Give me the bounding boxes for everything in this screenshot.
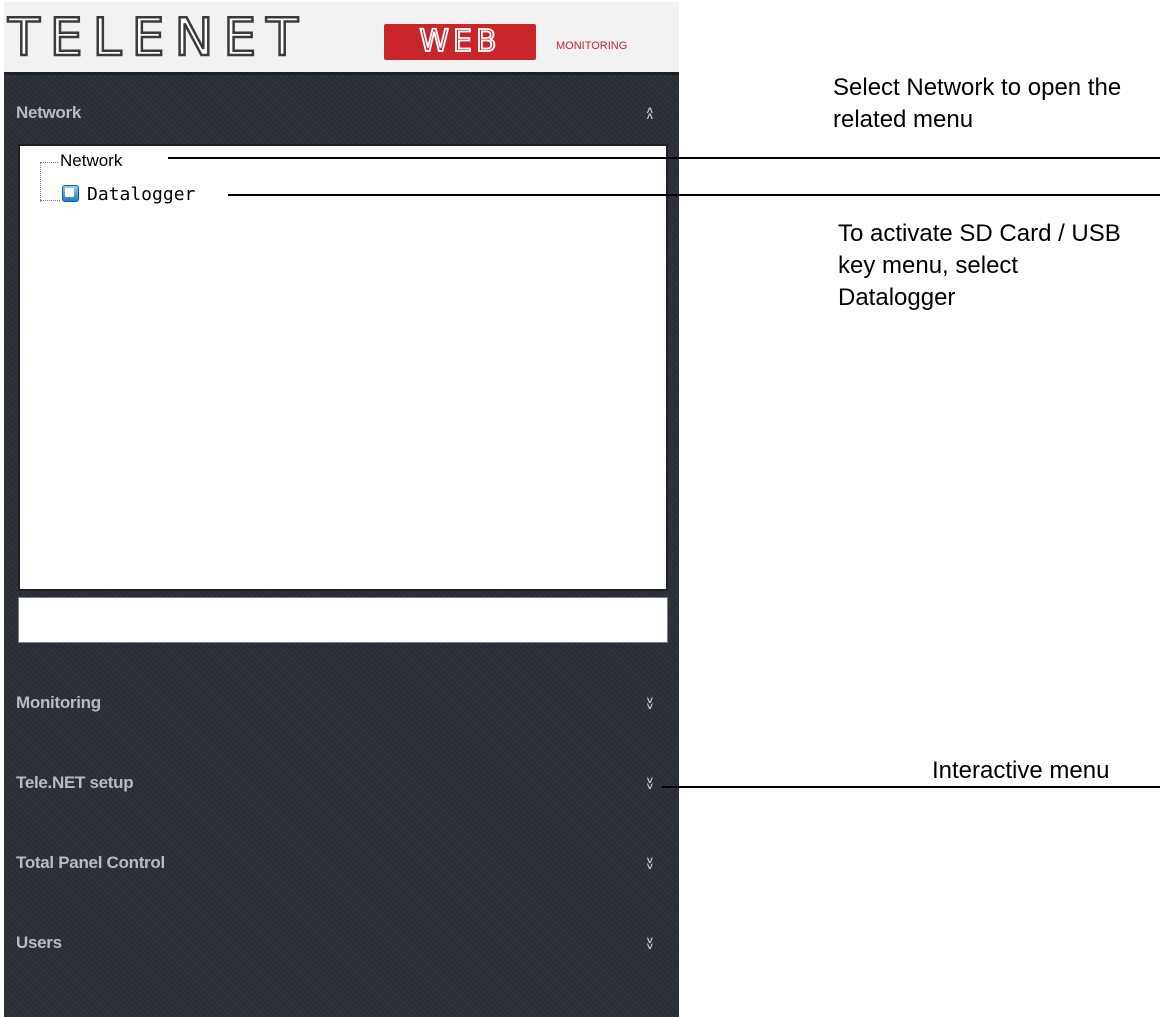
datalogger-device-icon xyxy=(62,184,79,205)
section-monitoring-header[interactable]: Monitoring ˅ ˅ xyxy=(4,673,679,733)
double-chevron-down-icon[interactable]: ˅ ˅ xyxy=(647,776,653,793)
tree-connector xyxy=(40,200,60,201)
section-network-header[interactable]: Network ˄ ˄ xyxy=(4,83,679,143)
section-telenet-setup-header[interactable]: Tele.NET setup ˅ ˅ xyxy=(4,753,679,813)
logo-web-badge: WEB xyxy=(384,24,536,60)
leader-line-interactive-menu xyxy=(662,786,1160,788)
logo-wordmark: TELENET xyxy=(7,8,308,68)
double-chevron-down-icon[interactable]: ˅ ˅ xyxy=(647,856,653,873)
network-tree: Network Datalogger xyxy=(18,144,668,591)
logo-web-text: WEB xyxy=(418,24,501,59)
app-logo: TELENET WEB MONITORING xyxy=(4,2,679,72)
double-chevron-down-icon[interactable]: ˅ ˅ xyxy=(647,696,653,713)
section-users-label: Users xyxy=(16,933,62,952)
logo-tagline: MONITORING xyxy=(556,40,628,52)
leader-line-datalogger xyxy=(228,194,1160,196)
tree-node-datalogger-label: Datalogger xyxy=(87,184,196,205)
annotation-network: Select Network to open the related menu xyxy=(833,74,1122,133)
section-telenet-setup-label: Tele.NET setup xyxy=(16,773,134,792)
section-total-panel-control-label: Total Panel Control xyxy=(16,853,165,872)
section-network-label: Network xyxy=(16,103,81,122)
tree-node-datalogger[interactable]: Datalogger xyxy=(62,184,195,205)
double-chevron-up-icon[interactable]: ˄ ˄ xyxy=(647,106,653,123)
section-users-header[interactable]: Users ˅ ˅ xyxy=(4,913,679,973)
annotation-datalogger: To activate SD Card / USB key menu, sele… xyxy=(838,220,1121,311)
tree-connector xyxy=(40,162,41,202)
annotation-interactive-menu: Interactive menu xyxy=(932,757,1110,784)
tree-filter-input[interactable] xyxy=(18,597,668,643)
leader-line-network xyxy=(168,157,1160,159)
section-monitoring-label: Monitoring xyxy=(16,693,101,712)
tree-connector xyxy=(40,162,58,163)
double-chevron-down-icon[interactable]: ˅ ˅ xyxy=(647,936,653,953)
tree-node-network[interactable]: Network xyxy=(60,151,122,171)
sidebar-panel: Network ˄ ˄ Network Datalogger Monitoring… xyxy=(4,72,679,1017)
section-total-panel-control-header[interactable]: Total Panel Control ˅ ˅ xyxy=(4,833,679,893)
